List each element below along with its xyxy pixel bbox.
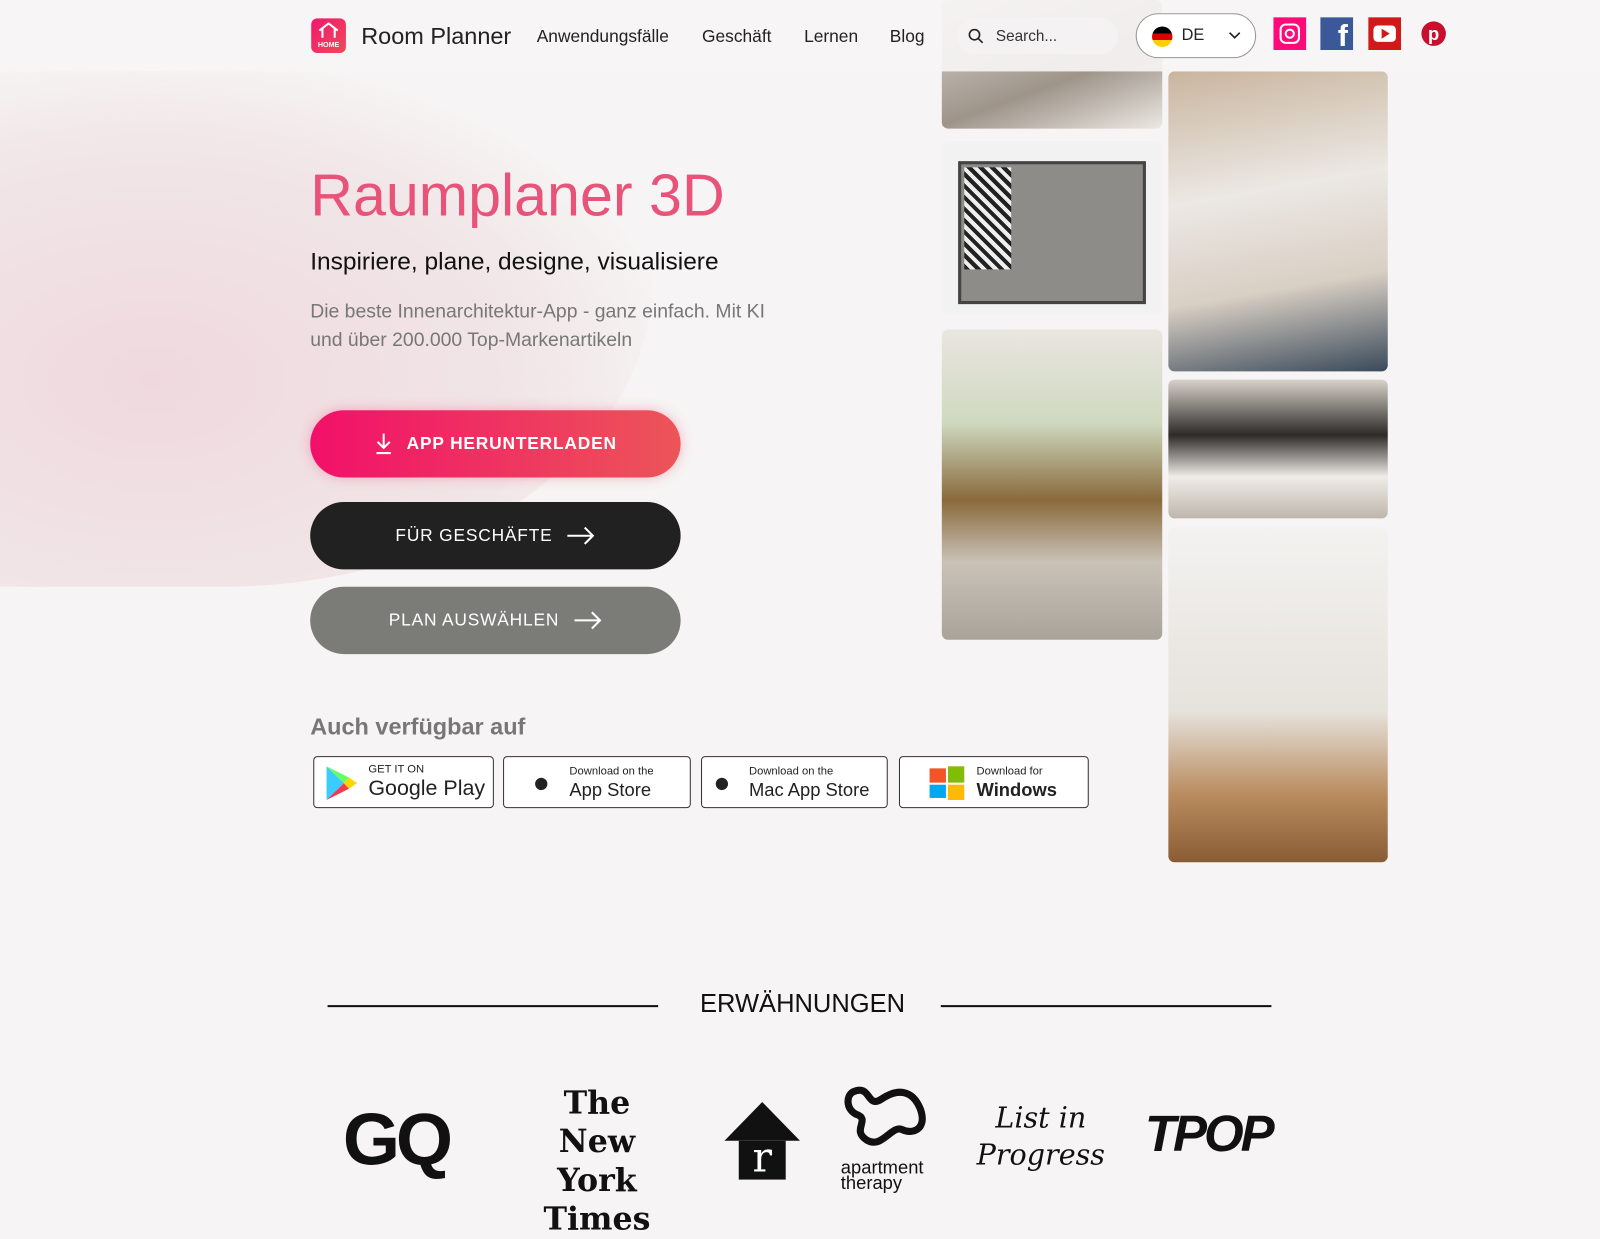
youtube-icon[interactable] [1368, 17, 1402, 50]
plan-label: PLAN AUSWÄHLEN [388, 610, 560, 630]
nav-lernen[interactable]: Lernen [804, 27, 858, 47]
app-logo[interactable]: HOME [311, 18, 346, 54]
mac-app-store-badge[interactable]: ● Download on the Mac App Store [701, 756, 888, 809]
store-small-text: Download for [976, 765, 1043, 778]
for-business-button[interactable]: FÜR GESCHÄFTE [310, 502, 681, 570]
chevron-down-icon [1229, 32, 1241, 39]
apartment-therapy-logo: apartment therapy [840, 1084, 943, 1193]
store-large-text: App Store [569, 779, 652, 800]
gallery-image-floor-plan[interactable] [941, 140, 1163, 315]
app-store-badge[interactable]: ● Download on the App Store [503, 756, 691, 809]
site-header [0, 0, 1600, 72]
apple-icon: ● [532, 766, 550, 798]
logo-text: HOME [317, 41, 340, 49]
apartment-therapy-text: apartment therapy [840, 1157, 924, 1193]
nav-geschaeft[interactable]: Geschäft [702, 27, 771, 47]
instagram-icon[interactable] [1273, 17, 1307, 50]
list-in-progress-logo: List in Progress [976, 1101, 1105, 1172]
facebook-icon[interactable]: f [1320, 17, 1354, 50]
language-label: DE [1181, 26, 1205, 44]
nav-anwendungsfaelle[interactable]: Anwendungsfälle [537, 27, 669, 47]
hero-description: Die beste Innenarchitektur-App - ganz ei… [310, 301, 765, 352]
language-selector[interactable]: DE [1135, 13, 1257, 59]
search-placeholder: Search... [995, 27, 1058, 45]
windows-icon [929, 766, 965, 800]
gallery-image-dining-room[interactable] [941, 329, 1163, 640]
google-play-icon [326, 766, 358, 800]
nav-blog[interactable]: Blog [890, 27, 925, 47]
mentions-heading: ERWÄHNUNGEN [699, 989, 906, 1019]
store-large-text: Google Play [368, 776, 486, 800]
arrow-right-icon [567, 526, 595, 545]
apartment-therapy-squiggle-icon [844, 1086, 926, 1146]
pinterest-icon[interactable]: p [1421, 21, 1446, 46]
tpop-logo: TPOP [1144, 1105, 1275, 1163]
realtor-letter: r [738, 1138, 786, 1180]
gallery-image-lounge[interactable] [1168, 379, 1388, 519]
stores-heading: Auch verfügbar auf [310, 713, 526, 740]
store-large-text: Mac App Store [748, 779, 870, 800]
download-icon [376, 433, 391, 455]
store-small-text: Download on the [748, 765, 834, 778]
nyt-logo: The New York Times [543, 1084, 651, 1238]
realtor-logo: r [724, 1102, 800, 1180]
search-input[interactable]: Search... [957, 17, 1119, 55]
google-play-badge[interactable]: GET IT ON Google Play [313, 756, 494, 809]
download-label: APP HERUNTERLADEN [406, 433, 617, 454]
store-small-text: Download on the [569, 765, 654, 778]
germany-flag-icon [1152, 26, 1173, 47]
gallery-image-loft[interactable] [1168, 527, 1388, 863]
download-app-button[interactable]: APP HERUNTERLADEN [310, 410, 681, 478]
store-small-text: GET IT ON [368, 763, 425, 776]
business-label: FÜR GESCHÄFTE [395, 525, 553, 545]
arrow-right-icon [574, 611, 602, 630]
store-large-text: Windows [976, 779, 1057, 800]
apple-icon: ● [713, 766, 731, 798]
search-icon [968, 28, 984, 44]
gallery-image-bathroom[interactable] [1168, 71, 1388, 372]
divider-right [940, 1005, 1272, 1008]
windows-badge[interactable]: Download for Windows [898, 756, 1089, 809]
hero-subtitle: Inspiriere, plane, designe, visualisiere [310, 247, 719, 276]
brand-name[interactable]: Room Planner [361, 22, 511, 50]
page-title: Raumplaner 3D [310, 162, 725, 229]
choose-plan-button[interactable]: PLAN AUSWÄHLEN [310, 586, 681, 655]
divider-left [327, 1005, 659, 1008]
gq-logo: GQ [342, 1098, 453, 1181]
